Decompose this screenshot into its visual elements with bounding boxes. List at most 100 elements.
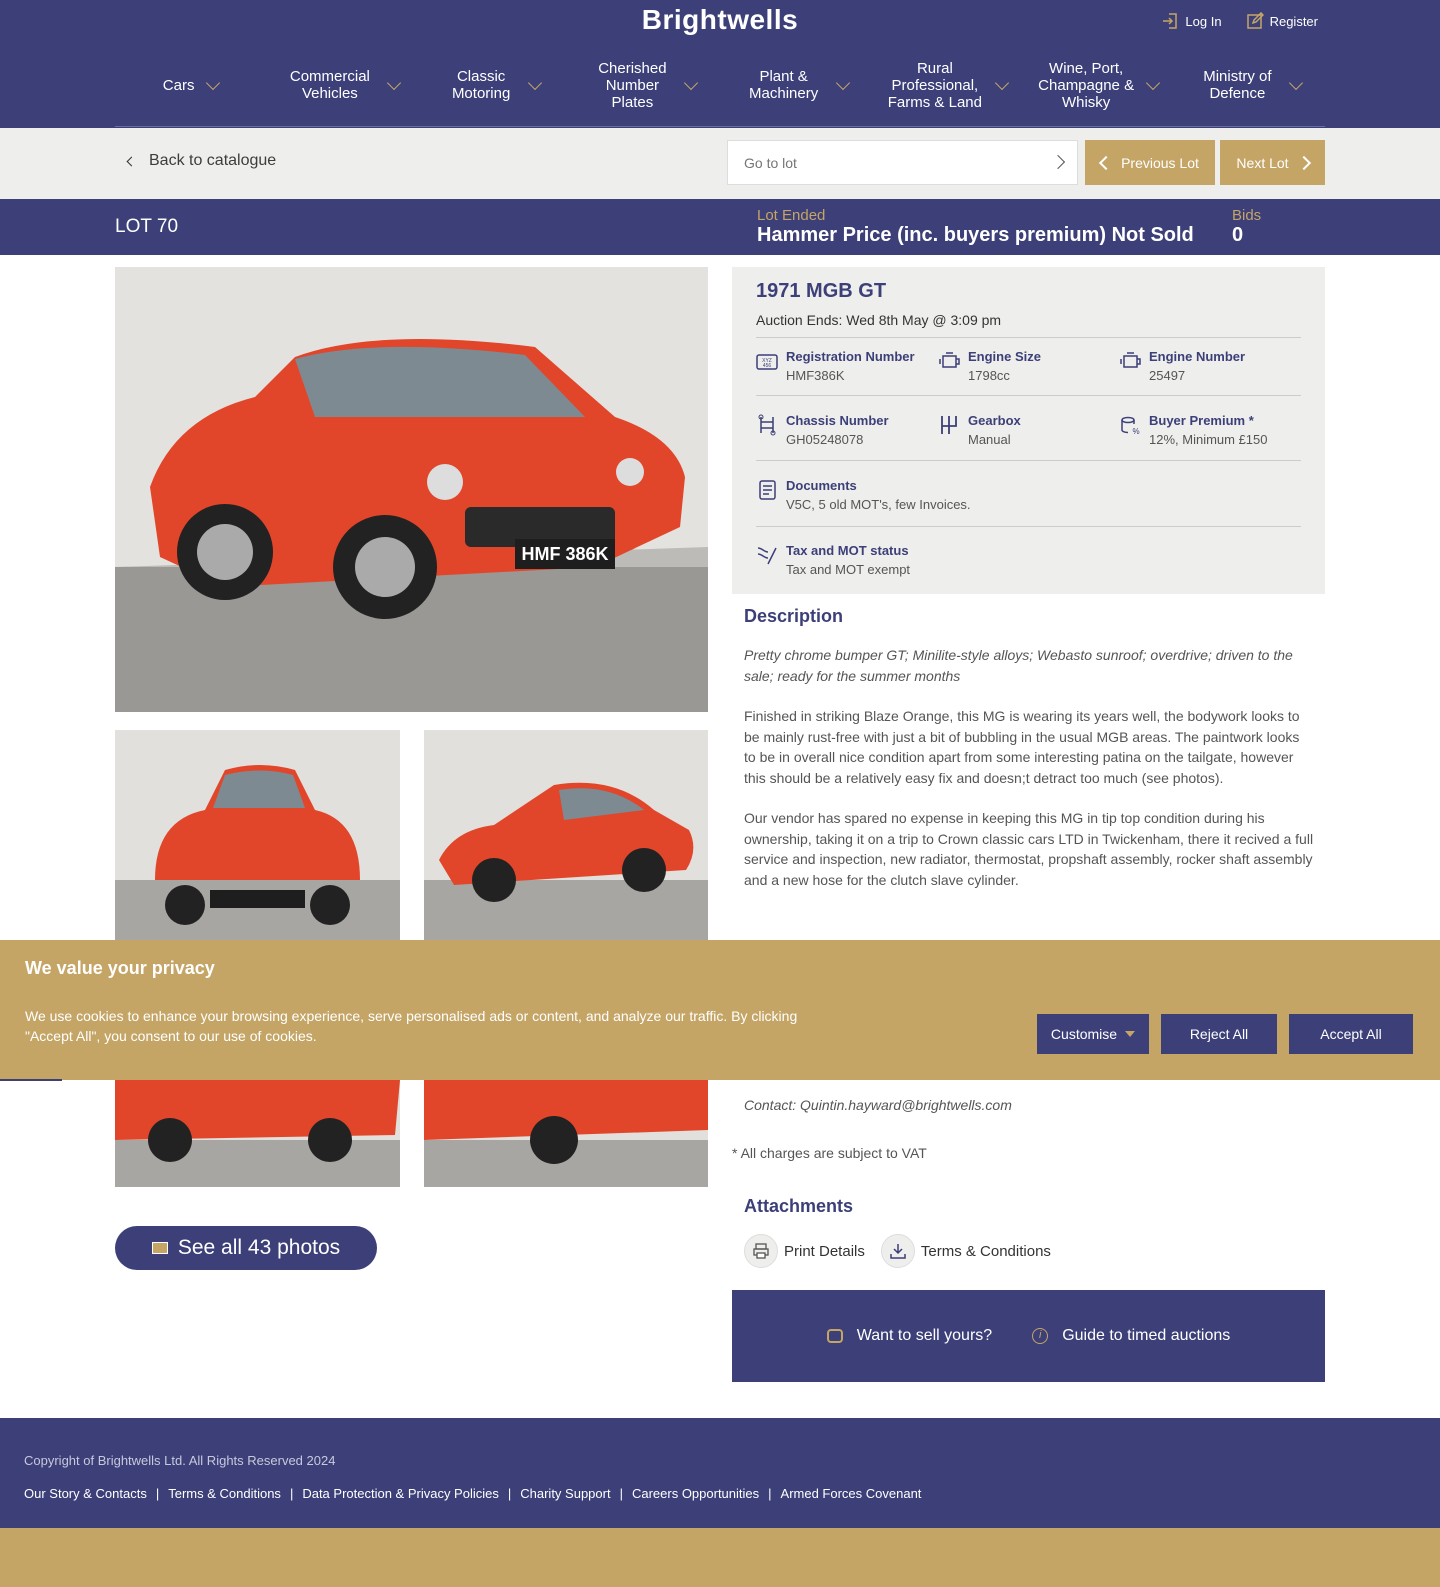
spec-tax-mot: Tax and MOT status Tax and MOT exempt xyxy=(756,543,910,577)
back-label: Back to catalogue xyxy=(149,152,277,169)
back-to-catalogue-link[interactable]: Back to catalogue xyxy=(126,152,277,170)
guide-label: Guide to timed auctions xyxy=(1062,1327,1231,1344)
gearbox-icon xyxy=(941,416,957,434)
footer-link[interactable]: Terms & Conditions xyxy=(168,1486,281,1501)
spec-value: 12%, Minimum £150 xyxy=(1149,432,1268,447)
terms-conditions-link[interactable]: Terms & Conditions xyxy=(880,1234,1051,1268)
accept-label: Accept All xyxy=(1320,1026,1382,1042)
chevron-left-icon xyxy=(1099,155,1114,170)
nav-classic-motoring[interactable]: Classic Motoring xyxy=(418,44,569,126)
vehicle-spec-panel: 1971 MGB GT Auction Ends: Wed 8th May @ … xyxy=(732,267,1325,594)
chevron-down-icon xyxy=(684,75,699,91)
separator: | xyxy=(768,1486,772,1501)
nav-label: Cars xyxy=(162,76,195,94)
nav-plant-machinery[interactable]: Plant & Machinery xyxy=(720,44,871,126)
go-to-lot-field xyxy=(727,140,1078,185)
bids-label: Bids xyxy=(1232,207,1262,224)
spec-value: GH05248078 xyxy=(786,432,864,447)
see-all-label: See all 43 photos xyxy=(177,1236,341,1259)
divider xyxy=(756,526,1301,527)
footer-link[interactable]: Data Protection & Privacy Policies xyxy=(302,1486,499,1501)
footer: Copyright of Brightwells Ltd. All Rights… xyxy=(0,1418,1440,1528)
footer-link[interactable]: Charity Support xyxy=(520,1486,610,1501)
reject-all-button[interactable]: Reject All xyxy=(1161,1014,1277,1054)
spec-chassis: Chassis Number GH05248078 xyxy=(756,413,889,447)
main-nav: Cars Commercial Vehicles Classic Motorin… xyxy=(0,44,1440,128)
cookie-banner-edge xyxy=(0,1079,62,1081)
engine-icon xyxy=(939,352,960,368)
svg-text:%: % xyxy=(1132,427,1139,436)
attachments: Attachments Print Details Terms & Condit… xyxy=(744,1196,1051,1268)
spec-engine-number: Engine Number 25497 xyxy=(1119,349,1245,383)
nav-rural-professional[interactable]: Rural Professional, Farms & Land xyxy=(871,44,1022,126)
attachments-heading: Attachments xyxy=(744,1196,854,1216)
spec-engine-size: Engine Size 1798cc xyxy=(938,349,1041,383)
login-link[interactable]: Log In xyxy=(1161,12,1222,30)
auth-links: Log In Register xyxy=(1161,12,1318,30)
engine-number-icon xyxy=(1120,352,1141,368)
top-bar: Brightwells Log In Register xyxy=(0,0,1440,44)
previous-lot-button[interactable]: Previous Lot xyxy=(1085,140,1215,185)
login-icon xyxy=(1163,13,1178,29)
cta-panel: Want to sell yours? i Guide to timed auc… xyxy=(732,1290,1325,1382)
lot-status-value: Hammer Price (inc. buyers premium) Not S… xyxy=(757,224,1194,246)
footer-links: Our Story & Contacts | Terms & Conditions… xyxy=(24,1486,921,1501)
go-to-lot-input[interactable] xyxy=(728,141,1028,184)
nav-cherished-number-plates[interactable]: Cherished Number Plates xyxy=(569,44,720,126)
chevron-down-icon xyxy=(528,75,543,91)
footer-link[interactable]: Armed Forces Covenant xyxy=(781,1486,922,1501)
footer-link[interactable]: Our Story & Contacts xyxy=(24,1486,147,1501)
nav-label: Ministry of Defence xyxy=(1203,68,1272,102)
terms-label: Terms & Conditions xyxy=(920,1242,1051,1260)
vehicle-title: 1971 MGB GT xyxy=(756,280,887,302)
printer-icon xyxy=(744,1234,778,1268)
lot-status: Lot Ended Hammer Price (inc. buyers prem… xyxy=(757,207,1194,247)
nav-commercial-vehicles[interactable]: Commercial Vehicles xyxy=(266,44,417,126)
register-link[interactable]: Register xyxy=(1246,12,1318,30)
lot-status-bar: LOT 70 Lot Ended Hammer Price (inc. buye… xyxy=(0,199,1440,255)
accept-all-button[interactable]: Accept All xyxy=(1289,1014,1413,1054)
cookie-banner: We value your privacy We use cookies to … xyxy=(0,940,1440,1080)
next-lot-button[interactable]: Next Lot xyxy=(1220,140,1325,185)
chevron-down-icon xyxy=(206,75,221,91)
divider xyxy=(756,337,1301,338)
main-photo[interactable]: HMF 386K xyxy=(115,267,708,712)
spec-value: Tax and MOT exempt xyxy=(786,562,911,577)
thumbnail-photo[interactable] xyxy=(424,1080,708,1187)
number-plate: HMF 386K xyxy=(521,544,608,564)
spec-label: Buyer Premium * xyxy=(1149,413,1254,428)
see-all-photos-button[interactable]: See all 43 photos xyxy=(115,1226,377,1270)
auction-ends: Auction Ends: Wed 8th May @ 3:09 pm xyxy=(756,312,1002,328)
spec-buyer-premium: % Buyer Premium * 12%, Minimum £150 xyxy=(1119,413,1268,447)
spec-value: 1798cc xyxy=(968,368,1010,383)
bids: Bids 0 xyxy=(1232,207,1261,247)
chevron-down-icon xyxy=(386,75,401,91)
guide-link[interactable]: i Guide to timed auctions xyxy=(1032,1327,1230,1345)
description-heading: Description xyxy=(744,606,844,626)
lot-status-label: Lot Ended xyxy=(757,207,826,224)
customise-button[interactable]: Customise xyxy=(1037,1014,1149,1054)
print-details-link[interactable]: Print Details xyxy=(744,1234,865,1268)
nav-wine-port[interactable]: Wine, Port, Champagne & Whisky xyxy=(1023,44,1174,126)
thumbnail-photo[interactable] xyxy=(115,730,400,940)
spec-label: Gearbox xyxy=(968,413,1021,428)
spec-value: HMF386K xyxy=(786,368,845,383)
spec-gearbox: Gearbox Manual xyxy=(938,413,1021,447)
want-to-sell-link[interactable]: Want to sell yours? xyxy=(826,1327,993,1345)
chevron-down-icon xyxy=(1146,75,1161,91)
previous-lot-label: Previous Lot xyxy=(1121,154,1199,171)
spec-label: Engine Number xyxy=(1149,349,1246,364)
spec-documents: Documents V5C, 5 old MOT's, few Invoices. xyxy=(756,478,971,512)
register-label: Register xyxy=(1269,13,1318,29)
document-icon xyxy=(759,480,776,500)
nav-ministry-of-defence[interactable]: Ministry of Defence xyxy=(1174,44,1325,126)
coins-icon xyxy=(826,1329,843,1343)
nav-cars[interactable]: Cars xyxy=(115,44,266,126)
want-to-sell-label: Want to sell yours? xyxy=(856,1327,993,1344)
chevron-down-icon xyxy=(994,75,1009,91)
spec-registration: XYZ 456 Registration Number HMF386K xyxy=(756,349,915,383)
thumbnail-photo[interactable] xyxy=(424,730,708,940)
go-arrow-icon[interactable] xyxy=(1050,154,1066,170)
footer-link[interactable]: Careers Opportunities xyxy=(632,1486,759,1501)
thumbnail-photo[interactable] xyxy=(115,1080,400,1187)
